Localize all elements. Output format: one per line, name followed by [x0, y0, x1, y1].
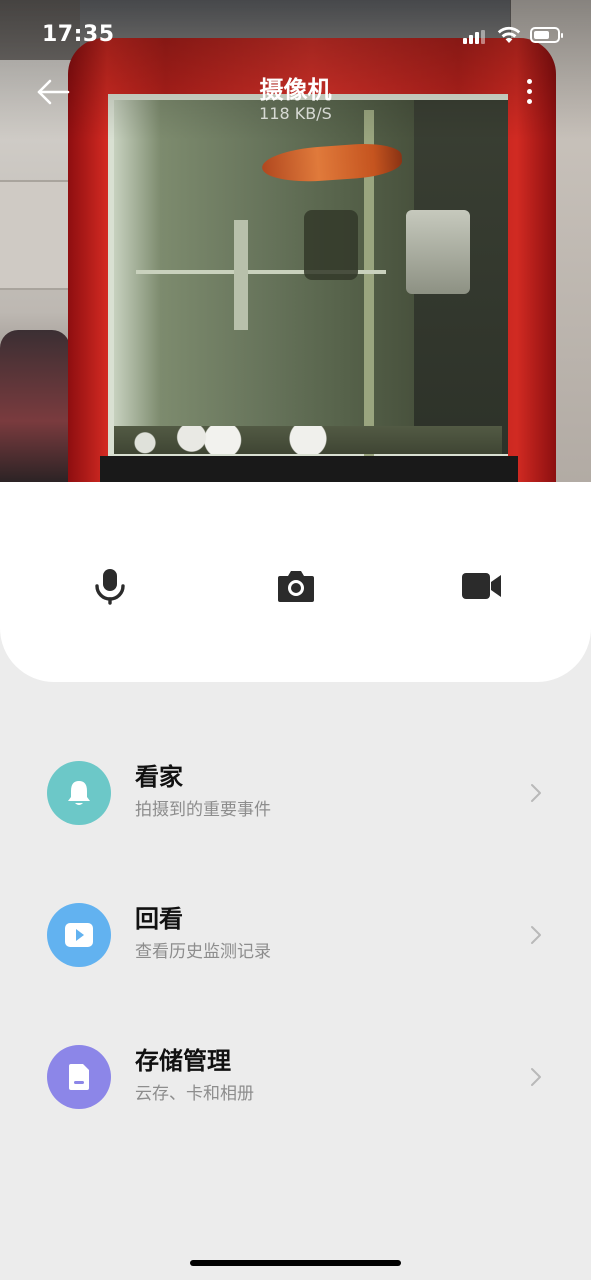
more-options-button[interactable]	[518, 76, 542, 108]
feed-tank-stand	[100, 456, 518, 482]
controls-card	[0, 482, 591, 682]
chevron-right-icon	[531, 1068, 541, 1086]
menu-item-title: 回看	[135, 905, 183, 933]
feed-tank-gravel	[114, 426, 502, 454]
signal-bars-icon	[463, 30, 485, 44]
sd-card-icon	[69, 1064, 89, 1090]
battery-icon	[530, 27, 563, 43]
play-icon	[65, 923, 93, 947]
home-indicator[interactable]	[190, 1260, 401, 1266]
bell-icon	[68, 781, 90, 805]
wifi-icon	[497, 26, 521, 43]
feed-tank-filter	[304, 210, 358, 280]
menu-item-subtitle: 拍摄到的重要事件	[135, 800, 271, 820]
sd-card-icon-badge	[47, 1045, 111, 1109]
feed-arowana-fish	[260, 141, 404, 185]
bell-icon-badge	[47, 761, 111, 825]
feed-coat	[0, 330, 70, 482]
menu-item-guard[interactable]: 看家 拍摄到的重要事件	[0, 745, 591, 845]
camera-icon	[278, 571, 314, 602]
menu-item-title: 存储管理	[135, 1047, 231, 1075]
microphone-icon	[95, 569, 125, 605]
feed-tank-filter-tube	[234, 220, 248, 330]
more-vertical-icon	[527, 79, 532, 84]
feed-cabinet	[0, 180, 70, 290]
camera-screen: 17:35 摄像机 118 KB/S 看家 拍摄到的重要事件 回看 查看历史监测…	[0, 0, 591, 1280]
screenshot-button[interactable]	[272, 562, 320, 610]
status-bar: 17:35	[0, 0, 591, 72]
menu-item-storage[interactable]: 存储管理 云存、卡和相册	[0, 1029, 591, 1129]
microphone-button[interactable]	[86, 562, 134, 610]
page-title: 摄像机	[259, 76, 332, 104]
menu-item-subtitle: 云存、卡和相册	[135, 1084, 254, 1104]
menu-item-subtitle: 查看历史监测记录	[135, 942, 271, 962]
chevron-right-icon	[531, 926, 541, 944]
feed-aquarium	[108, 94, 508, 460]
menu-item-title: 看家	[135, 763, 183, 791]
play-icon-badge	[47, 903, 111, 967]
battery-level	[534, 31, 549, 39]
bitrate-readout: 118 KB/S	[259, 104, 332, 123]
feed-tank-heater	[406, 210, 470, 294]
video-icon	[462, 573, 501, 599]
menu-item-playback[interactable]: 回看 查看历史监测记录	[0, 887, 591, 987]
status-time: 17:35	[42, 22, 115, 47]
chevron-right-icon	[531, 784, 541, 802]
record-video-button[interactable]	[458, 562, 506, 610]
